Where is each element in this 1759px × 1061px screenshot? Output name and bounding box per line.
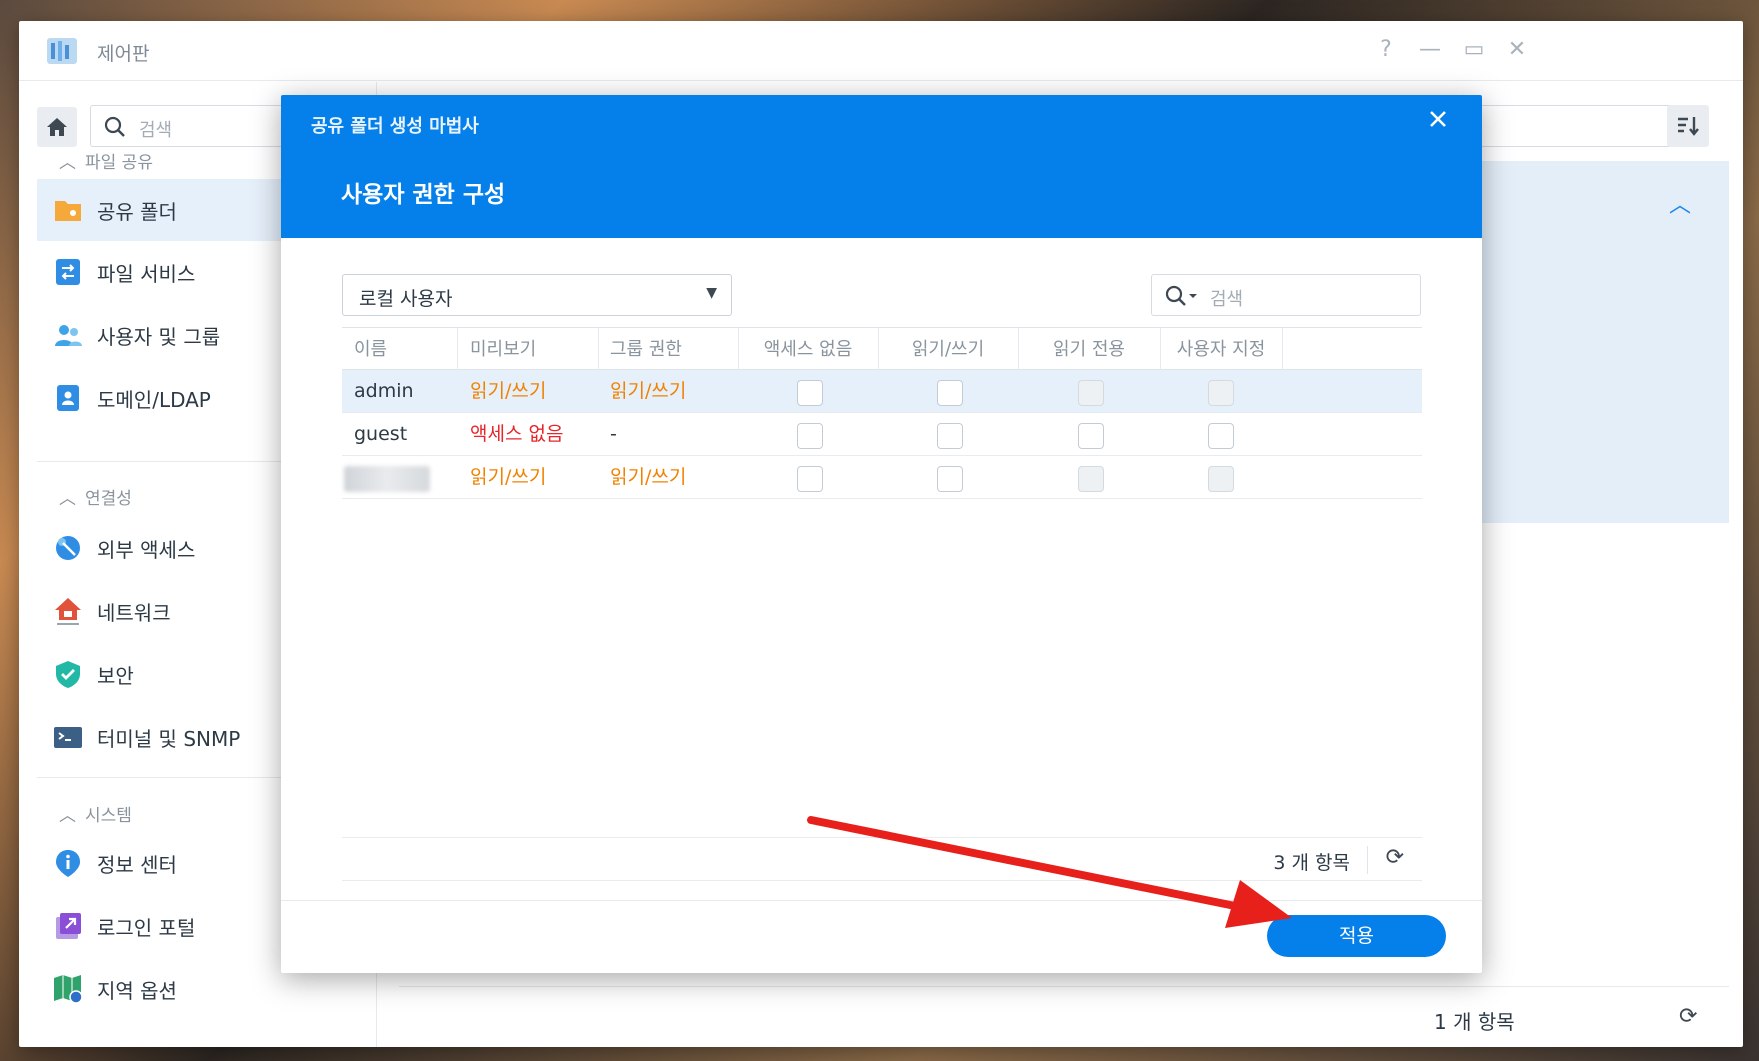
file-services-icon <box>56 259 80 285</box>
chevron-up-icon: ︿ <box>59 489 76 509</box>
sort-button[interactable] <box>1667 105 1709 147</box>
security-shield-icon <box>56 661 80 688</box>
chevron-up-icon: ︿ <box>59 153 76 173</box>
close-window-icon[interactable]: ✕ <box>1502 35 1532 65</box>
search-icon <box>104 116 125 137</box>
table-footer: 3 개 항목 ⟳ <box>342 837 1422 881</box>
item-count: 3 개 항목 <box>1273 852 1350 874</box>
user-name: admin <box>354 380 414 402</box>
shared-folder-icon <box>55 201 81 221</box>
sidebar-item-label: 사용자 및 그룹 <box>97 324 221 349</box>
column-header-custom[interactable]: 사용자 지정 <box>1160 328 1282 371</box>
regional-options-icon <box>54 975 83 1004</box>
sidebar-item-label: 도메인/LDAP <box>97 387 211 412</box>
custom-checkbox <box>1208 466 1234 492</box>
sort-icon <box>1678 117 1699 136</box>
refresh-icon[interactable]: ⟳ <box>1386 845 1404 870</box>
search-placeholder: 검색 <box>1210 289 1244 310</box>
home-icon <box>47 118 67 136</box>
chevron-up-icon[interactable]: ︿ <box>1669 187 1691 219</box>
section-title: 파일 공유 <box>85 153 153 173</box>
table-row[interactable]: guest 액세스 없음 - <box>342 413 1422 456</box>
column-header-group-permission[interactable]: 그룹 권한 <box>610 328 682 371</box>
main-refresh-icon[interactable]: ⟳ <box>1679 1004 1697 1029</box>
group-permission: - <box>610 423 617 445</box>
group-permission: 읽기/쓰기 <box>610 466 687 488</box>
control-panel-app-icon <box>46 35 78 67</box>
sidebar-item-label: 외부 액세스 <box>97 537 196 562</box>
table-header-row: 이름 미리보기 그룹 권한 액세스 없음 읽기/쓰기 읽기 전용 사용자 지정 <box>342 327 1422 371</box>
section-title: 시스템 <box>85 806 132 826</box>
domain-ldap-icon <box>57 385 79 411</box>
preview-permission: 액세스 없음 <box>470 423 564 445</box>
section-file-sharing[interactable]: ︿ 파일 공유 <box>59 148 153 173</box>
read-write-checkbox[interactable] <box>937 380 963 406</box>
wizard-header: 공유 폴더 생성 마법사 사용자 권한 구성 <box>281 95 1482 238</box>
read-write-checkbox[interactable] <box>937 423 963 449</box>
column-header-no-access[interactable]: 액세스 없음 <box>738 328 878 371</box>
window-title: 제어판 <box>97 43 150 65</box>
search-icon <box>1165 285 1197 306</box>
main-item-count: 1 개 항목 <box>1434 1010 1515 1034</box>
column-header-read-only[interactable]: 읽기 전용 <box>1018 328 1160 371</box>
maximize-icon[interactable]: ▭ <box>1459 35 1489 65</box>
sidebar-item-label: 보안 <box>97 663 134 688</box>
no-access-checkbox[interactable] <box>797 380 823 406</box>
main-footer <box>399 986 1729 1047</box>
column-header-name[interactable]: 이름 <box>354 328 387 371</box>
close-icon[interactable] <box>1424 107 1452 135</box>
column-header-preview[interactable]: 미리보기 <box>470 328 536 371</box>
step-title: 사용자 권한 구성 <box>341 182 506 208</box>
caret-down-icon: ▼ <box>706 285 717 301</box>
sidebar-item-label: 파일 서비스 <box>97 261 196 286</box>
read-only-checkbox <box>1078 466 1104 492</box>
custom-checkbox[interactable] <box>1208 423 1234 449</box>
external-access-icon <box>56 536 80 560</box>
sidebar-item-label: 로그인 포털 <box>97 915 196 940</box>
login-portal-icon <box>56 913 81 939</box>
chevron-up-icon: ︿ <box>59 806 76 826</box>
no-access-checkbox[interactable] <box>797 466 823 492</box>
help-icon[interactable]: ? <box>1371 35 1401 65</box>
read-write-checkbox[interactable] <box>937 466 963 492</box>
preview-permission: 읽기/쓰기 <box>470 380 547 402</box>
users-groups-icon <box>55 325 82 346</box>
group-permission: 읽기/쓰기 <box>610 380 687 402</box>
section-system[interactable]: ︿ 시스템 <box>59 801 132 826</box>
user-type-dropdown[interactable]: 로컬 사용자 ▼ <box>342 274 732 316</box>
info-center-icon <box>56 850 80 877</box>
terminal-icon <box>54 727 82 748</box>
sidebar-item-label: 정보 센터 <box>97 852 177 877</box>
main-search-input[interactable] <box>1459 105 1679 147</box>
permission-search-input[interactable]: 검색 <box>1151 274 1421 316</box>
home-button[interactable] <box>37 107 77 147</box>
user-name: guest <box>354 423 408 445</box>
sidebar-search-placeholder: 검색 <box>139 120 173 141</box>
no-access-checkbox[interactable] <box>797 423 823 449</box>
sidebar-item-label: 터미널 및 SNMP <box>97 726 241 751</box>
network-icon <box>55 598 81 625</box>
create-shared-folder-wizard: 공유 폴더 생성 마법사 사용자 권한 구성 로컬 사용자 ▼ 검색 이름 미리… <box>281 95 1482 973</box>
section-title: 연결성 <box>85 489 132 509</box>
redacted-user-name <box>344 466 430 492</box>
footer-divider <box>1367 846 1368 874</box>
sidebar-item-label: 공유 폴더 <box>97 199 177 224</box>
read-only-checkbox[interactable] <box>1078 423 1104 449</box>
table-row[interactable]: 읽기/쓰기 읽기/쓰기 <box>342 456 1422 499</box>
read-only-checkbox <box>1078 380 1104 406</box>
apply-button[interactable]: 적용 <box>1267 915 1446 957</box>
sidebar-item-label: 지역 옵션 <box>97 978 177 1003</box>
user-type-value: 로컬 사용자 <box>359 288 453 310</box>
preview-permission: 읽기/쓰기 <box>470 466 547 488</box>
title-bar: 제어판 ? — ▭ ✕ <box>19 21 1743 81</box>
wizard-title: 공유 폴더 생성 마법사 <box>311 116 479 137</box>
table-row[interactable]: admin 읽기/쓰기 읽기/쓰기 <box>342 370 1422 413</box>
section-connectivity[interactable]: ︿ 연결성 <box>59 484 132 509</box>
selected-folder-panel[interactable]: ︿ <box>1449 161 1729 523</box>
custom-checkbox <box>1208 380 1234 406</box>
sidebar-item-label: 네트워크 <box>97 600 171 625</box>
column-header-read-write[interactable]: 읽기/쓰기 <box>878 328 1018 371</box>
minimize-icon[interactable]: — <box>1415 35 1445 65</box>
